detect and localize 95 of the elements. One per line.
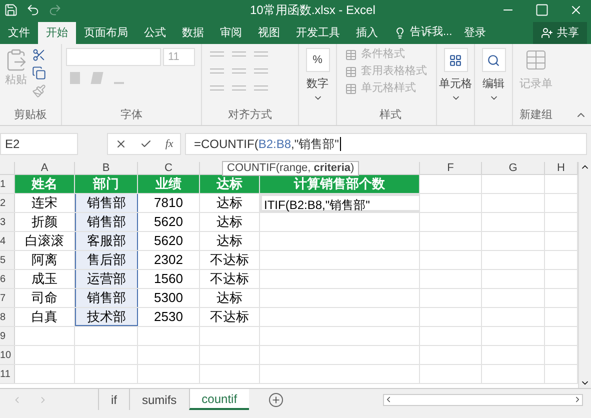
enter-icon[interactable]: [140, 138, 152, 150]
table-cell: 2302: [154, 252, 183, 267]
scroll-left-icon[interactable]: [384, 395, 393, 404]
ribbon-tab[interactable]: 审阅: [212, 22, 250, 44]
table-cell: 1560: [154, 271, 183, 286]
column-header[interactable]: B: [75, 162, 138, 174]
group-label: 字体: [120, 108, 144, 122]
table-cell: 司命: [32, 290, 58, 305]
user-icon: [541, 27, 553, 39]
ribbon-tab[interactable]: 页面布局: [76, 22, 136, 44]
row-header[interactable]: 8: [0, 308, 15, 326]
row-header[interactable]: 9: [0, 327, 15, 345]
function-tooltip: COUNTIF(range, criteria): [222, 161, 360, 176]
group-label: 对齐方式: [227, 108, 273, 122]
table-cell: 客服部: [87, 233, 126, 248]
header-cell: 业绩: [156, 176, 182, 191]
table-cell: 连宋: [32, 195, 58, 210]
percent-button[interactable]: %: [306, 48, 330, 72]
table-cell: 5620: [154, 233, 183, 248]
lightbulb-icon[interactable]: [394, 27, 406, 39]
name-box[interactable]: E2: [0, 133, 78, 155]
search-icon[interactable]: [487, 54, 500, 66]
table-cell: 白真: [32, 309, 58, 324]
group-label: 剪贴板: [13, 108, 48, 122]
cancel-icon[interactable]: [114, 138, 127, 150]
formula-field[interactable]: =COUNTIF(B2:B8,"销售部": [185, 133, 587, 155]
scroll-right-icon[interactable]: [573, 395, 582, 404]
table-cell: 7810: [154, 195, 183, 210]
header-cell: 部门: [93, 176, 119, 191]
table-cell: 不达标: [210, 252, 249, 267]
ribbon-tab[interactable]: 开始: [38, 22, 76, 44]
header-cell: 达标: [216, 176, 242, 191]
table-cell: 成玉: [32, 271, 58, 286]
table-cell: 售后部: [87, 252, 126, 267]
table-cell: 阿离: [32, 252, 58, 267]
row-header[interactable]: 3: [0, 213, 15, 231]
copy-icon[interactable]: [32, 66, 46, 80]
header-cell: 计算销售部个数: [294, 176, 385, 191]
maximize-icon[interactable]: [535, 3, 549, 17]
vertical-scrollbar[interactable]: [578, 162, 591, 388]
table-cell: 销售部: [87, 214, 126, 229]
ribbon-tab[interactable]: 开发工具: [288, 22, 348, 44]
ribbon-tab[interactable]: 公式: [136, 22, 174, 44]
font-name-field[interactable]: [66, 48, 161, 66]
undo-icon[interactable]: [26, 3, 40, 17]
horizontal-scrollbar[interactable]: [383, 394, 583, 406]
column-header[interactable]: G: [482, 162, 545, 174]
column-header[interactable]: C: [138, 162, 200, 174]
editing-label[interactable]: 编辑: [482, 76, 504, 92]
table-cell: 5620: [154, 214, 183, 229]
table-cell: 5300: [154, 290, 183, 305]
cut-icon[interactable]: [32, 48, 46, 62]
table-cell: 销售部: [87, 195, 126, 210]
add-sheet-button[interactable]: [269, 392, 284, 406]
tell-me-field[interactable]: 告诉我...: [410, 24, 452, 40]
cells-icon[interactable]: [449, 54, 462, 66]
group-label: 样式: [378, 108, 402, 122]
sign-in-link[interactable]: 登录: [464, 22, 486, 44]
row-header[interactable]: 1: [0, 175, 15, 193]
window-title: 10常用函数.xlsx - Excel: [250, 2, 376, 19]
table-cell: 达标: [216, 290, 242, 305]
column-header[interactable]: A: [15, 162, 75, 174]
group-label: 新建组: [520, 108, 552, 122]
cells-label[interactable]: 单元格: [439, 76, 472, 92]
table-cell: 达标: [216, 233, 242, 248]
table-cell: 不达标: [210, 309, 249, 324]
row-header[interactable]: 11: [0, 365, 15, 383]
sheet-tab[interactable]: countif: [188, 389, 250, 410]
column-header[interactable]: F: [420, 162, 482, 174]
row-header[interactable]: 7: [0, 289, 15, 307]
row-header[interactable]: 5: [0, 251, 15, 269]
row-header[interactable]: 2: [0, 194, 15, 212]
table-cell: 达标: [216, 214, 242, 229]
ribbon-tab[interactable]: 数据: [174, 22, 212, 44]
share-button[interactable]: 共享: [533, 22, 587, 44]
function-icon[interactable]: fx: [165, 136, 174, 152]
table-cell: 销售部: [87, 290, 126, 305]
table-cell: 2530: [154, 309, 183, 324]
close-icon[interactable]: [569, 3, 583, 17]
table-cell: 运营部: [87, 271, 126, 286]
row-header[interactable]: 4: [0, 232, 15, 250]
row-header[interactable]: 6: [0, 270, 15, 288]
table-cell: 不达标: [210, 271, 249, 286]
row-header[interactable]: 10: [0, 346, 15, 364]
ribbon-tab[interactable]: 视图: [250, 22, 288, 44]
save-icon[interactable]: [4, 3, 18, 17]
ribbon-tab[interactable]: 文件: [0, 22, 38, 44]
header-cell: 姓名: [32, 176, 58, 191]
table-cell: 达标: [216, 195, 242, 210]
table-cell: 技术部: [87, 309, 126, 324]
table-cell: 折颜: [32, 214, 58, 229]
plus-icon: [271, 394, 282, 404]
table-cell: 白滚滚: [25, 233, 64, 248]
number-label[interactable]: 数字: [306, 76, 328, 92]
ribbon-tab[interactable]: 插入: [348, 22, 386, 44]
